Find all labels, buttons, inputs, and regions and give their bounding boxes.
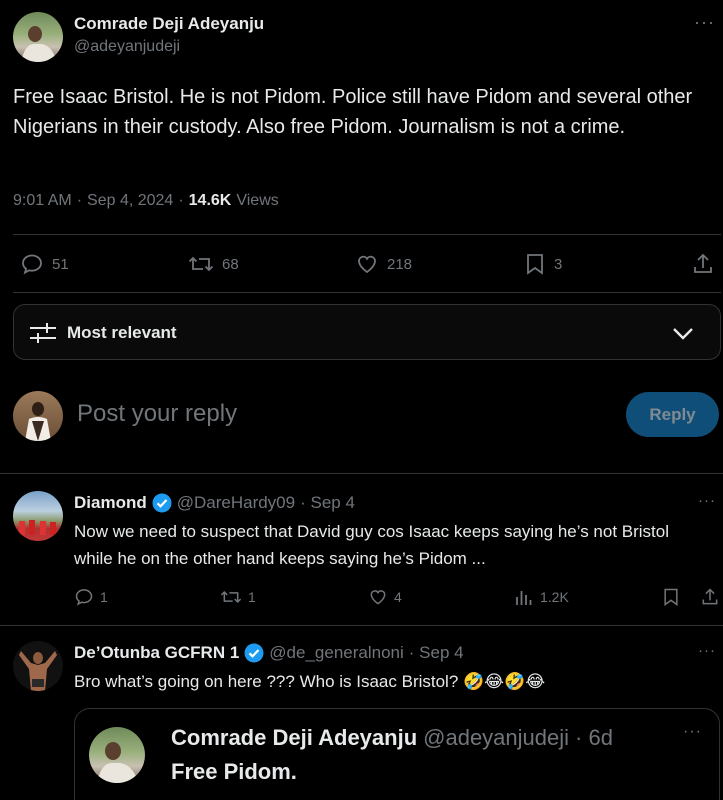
reply-date[interactable]: · Sep 4 [409, 643, 464, 663]
sort-label: Most relevant [67, 323, 177, 342]
like-count: 218 [387, 255, 413, 273]
reply-avatar-image [19, 651, 57, 691]
divider [0, 625, 723, 626]
reply-action[interactable]: 51 [20, 252, 69, 276]
more-options-icon[interactable]: ··· [694, 12, 715, 33]
heart-icon [358, 255, 376, 274]
reply-button[interactable]: Reply [626, 392, 719, 437]
like-action[interactable]: 218 [355, 252, 412, 276]
share-icon [694, 253, 712, 273]
reply-input[interactable]: Post your reply [77, 400, 237, 428]
sort-dropdown[interactable]: Most relevant [13, 304, 721, 360]
heart-icon [370, 590, 386, 605]
quoted-header: Comrade Deji Adeyanju @adeyanjudeji · 6d [171, 725, 613, 751]
author-name[interactable]: Comrade Deji Adeyanju [74, 14, 264, 34]
reply-author-name[interactable]: Diamond [74, 493, 147, 513]
meta-separator: · [76, 192, 83, 209]
bookmark-action[interactable]: 3 [524, 252, 562, 276]
reply-action[interactable]: 1 [74, 587, 108, 607]
reply-icon [22, 254, 42, 275]
reply-count: 1 [100, 589, 108, 605]
repost-action[interactable]: 1 [220, 587, 256, 607]
reply-date[interactable]: · Sep 4 [300, 493, 355, 513]
views-count: 14.6K [188, 192, 232, 209]
quoted-date: · 6d [575, 725, 613, 750]
current-user-avatar-image [25, 402, 51, 441]
divider [13, 234, 721, 235]
reply-author-handle[interactable]: @de_generalnoni [269, 643, 403, 663]
reply-avatar-image [19, 520, 56, 535]
reply-avatar[interactable] [13, 641, 63, 691]
quoted-author-avatar [89, 727, 145, 783]
views-count: 1.2K [540, 589, 569, 605]
author-avatar-image [21, 26, 57, 62]
quoted-author-handle: @adeyanjudeji [423, 725, 570, 750]
bookmark-count: 3 [554, 255, 563, 273]
reply-author-name[interactable]: De’Otunba GCFRN 1 [74, 643, 239, 663]
quoted-author-name: Comrade Deji Adeyanju [171, 725, 418, 750]
like-count: 4 [394, 589, 402, 605]
like-action[interactable]: 4 [368, 587, 402, 607]
current-user-avatar[interactable] [13, 391, 63, 441]
reply-header: De’Otunba GCFRN 1 @de_generalnoni · Sep … [74, 643, 464, 663]
reply-text: Bro what’s going on here ??? Who is Isaa… [74, 672, 546, 691]
share-action[interactable] [691, 252, 715, 276]
reply-author-handle[interactable]: @DareHardy09 [177, 493, 295, 513]
repost-count: 68 [222, 255, 239, 273]
bookmark-icon [527, 254, 543, 275]
repost-icon [188, 256, 214, 272]
views-action[interactable]: 1.2K [514, 587, 569, 607]
divider [0, 473, 723, 474]
chevron-down-icon [673, 328, 693, 340]
verified-badge-icon [244, 643, 264, 663]
views-label: Views [236, 192, 279, 209]
more-options-icon[interactable]: ··· [698, 642, 716, 659]
quoted-author-avatar-image [97, 742, 139, 783]
reply-text: Now we need to suspect that David guy co… [74, 522, 670, 568]
repost-action[interactable]: 68 [188, 252, 239, 276]
verified-badge-icon [152, 493, 172, 513]
repost-icon [220, 590, 242, 604]
quoted-tweet[interactable]: Comrade Deji Adeyanju @adeyanjudeji · 6d… [74, 708, 720, 800]
more-options-icon[interactable]: ··· [683, 723, 702, 741]
meta-separator-2: · [178, 192, 184, 209]
tweet-meta: 9:01 AM · Sep 4, 2024 · 14.6K Views [13, 192, 279, 210]
tweet-text: Free Isaac Bristol. He is not Pidom. Pol… [13, 86, 693, 138]
tweet-date[interactable]: Sep 4, 2024 [87, 192, 173, 210]
author-handle[interactable]: @adeyanjudeji [74, 38, 180, 56]
divider [13, 292, 721, 293]
quoted-text: Free Pidom. [171, 759, 297, 784]
reply-avatar[interactable] [13, 491, 63, 541]
reply-icon [75, 589, 93, 606]
analytics-icon [516, 591, 532, 605]
bookmark-icon[interactable] [661, 587, 681, 607]
share-icon[interactable] [700, 587, 720, 607]
more-options-icon[interactable]: ··· [698, 492, 716, 509]
author-avatar[interactable] [13, 12, 63, 62]
sliders-icon [30, 323, 56, 343]
reply-header: Diamond @DareHardy09 · Sep 4 [74, 493, 355, 513]
repost-count: 1 [248, 589, 256, 605]
tweet-time[interactable]: 9:01 AM [13, 192, 72, 210]
reply-count: 51 [52, 255, 69, 273]
